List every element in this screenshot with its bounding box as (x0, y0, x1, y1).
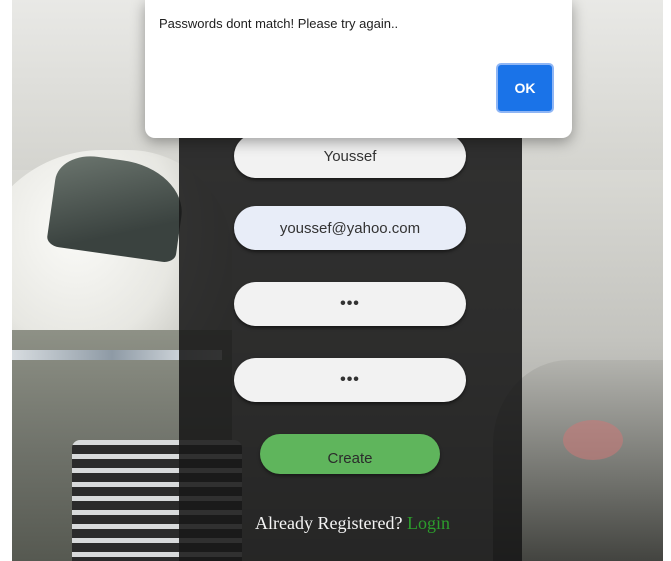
alert-message: Passwords dont match! Please try again.. (159, 16, 399, 31)
password-field[interactable]: ••• (234, 282, 466, 326)
already-registered-line: Already Registered? Login (230, 513, 475, 534)
name-field[interactable] (234, 134, 466, 178)
already-registered-text: Already Registered? (255, 513, 407, 533)
email-field[interactable] (234, 206, 466, 250)
login-link[interactable]: Login (407, 513, 450, 533)
confirm-password-field[interactable]: ••• (234, 358, 466, 402)
background-car-taillight (563, 420, 623, 460)
create-button[interactable]: Create (260, 434, 440, 474)
register-panel (179, 120, 522, 561)
ok-button[interactable]: OK (496, 63, 554, 113)
alert-dialog: Passwords dont match! Please try again..… (145, 0, 572, 138)
